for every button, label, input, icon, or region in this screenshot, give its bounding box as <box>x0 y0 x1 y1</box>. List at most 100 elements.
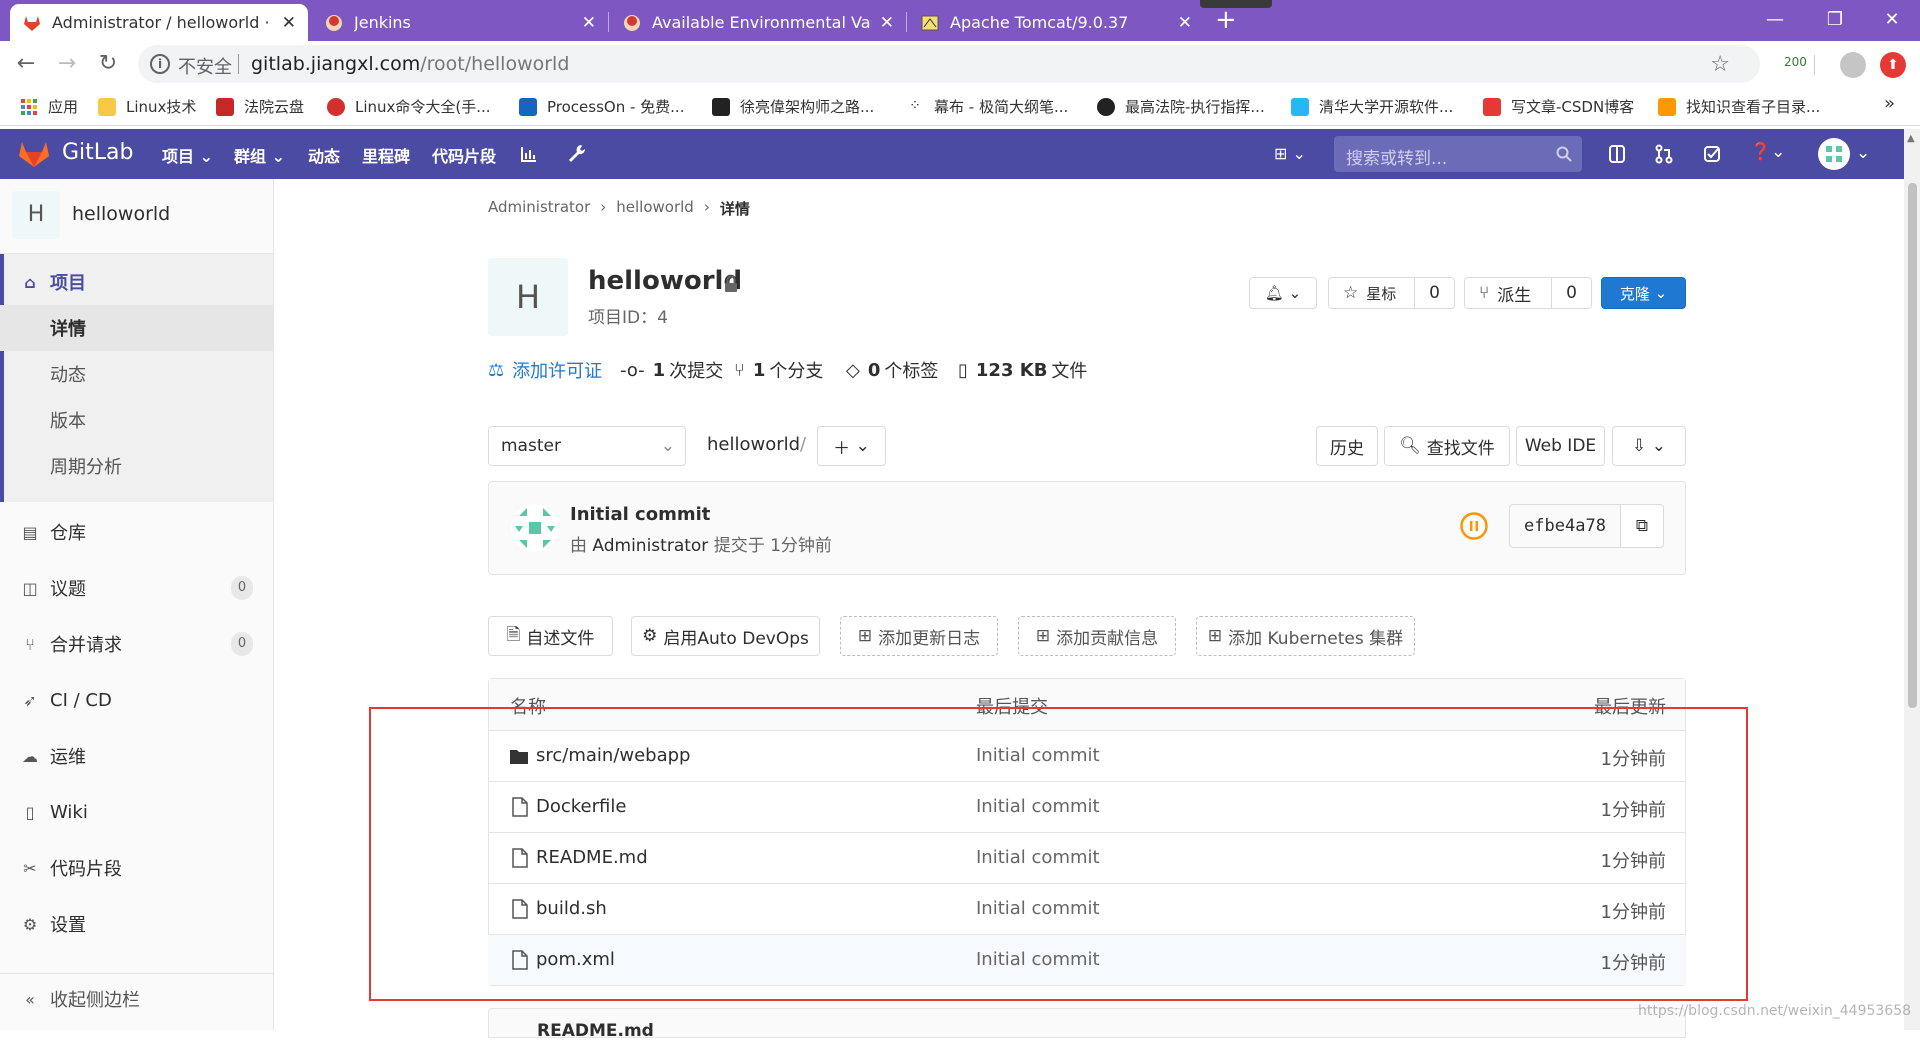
nav-groups[interactable]: 群组 ⌄ <box>234 143 285 167</box>
info-icon[interactable]: i <box>150 54 170 74</box>
todo-icon[interactable] <box>1703 144 1721 164</box>
nav-projects[interactable]: 项目 ⌄ <box>162 143 213 167</box>
plus-square-icon[interactable]: ⊞ ⌄ <box>1274 144 1306 163</box>
page-scrollbar[interactable]: ▲ <box>1904 129 1920 1030</box>
commit-sha[interactable]: efbe4a78 <box>1509 504 1621 548</box>
web-ide-button[interactable]: Web IDE <box>1516 426 1605 466</box>
back-icon[interactable]: ← <box>14 52 38 76</box>
close-icon[interactable]: ✕ <box>582 13 596 33</box>
bookmark-link[interactable]: Linux命令大全(手... <box>327 96 491 117</box>
bookmark-link[interactable]: ProcessOn - 免费... <box>519 96 684 117</box>
more-bookmarks-button[interactable]: » <box>1884 93 1895 114</box>
bookmark-link[interactable]: 写文章-CSDN博客 <box>1483 96 1634 117</box>
collapse-sidebar-button[interactable]: « 收起侧边栏 <box>0 976 273 1022</box>
add-file-dropdown[interactable]: ＋ ⌄ <box>817 426 886 466</box>
minimize-icon[interactable]: — <box>1745 0 1805 38</box>
sidebar-item-merge-requests[interactable]: ⑂ 合并请求 0 <box>0 621 273 667</box>
tags-stat[interactable]: ◇ 0 个标签 <box>846 357 938 383</box>
forward-icon[interactable]: → <box>55 52 79 76</box>
sidebar-item-snippets[interactable]: ✂ 代码片段 <box>0 845 273 891</box>
breadcrumb-item[interactable]: Administrator <box>488 198 590 219</box>
project-avatar[interactable]: H <box>12 191 60 239</box>
star-button[interactable]: ☆ 星标 0 <box>1328 277 1455 309</box>
bookmark-link[interactable]: ⁘ 幕布 - 极简大纲笔... <box>906 96 1068 117</box>
sidebar-item-cicd[interactable]: ➶ CI / CD <box>0 677 273 723</box>
sidebar-item-operations[interactable]: ☁ 运维 <box>0 733 273 779</box>
tab-gitlab[interactable]: Administrator / helloworld · Gi ✕ <box>10 4 308 41</box>
copy-sha-button[interactable]: ⧉ <box>1620 504 1664 548</box>
gitlab-brand[interactable]: GitLab <box>62 140 134 165</box>
star-count[interactable]: 0 <box>1414 278 1454 308</box>
bookmark-folder[interactable]: Linux技术 <box>98 96 196 117</box>
wrench-icon[interactable] <box>568 144 586 164</box>
sidebar-subitem-activity[interactable]: 动态 <box>0 351 273 397</box>
breadcrumb-item[interactable]: helloworld <box>616 198 694 219</box>
user-avatar[interactable] <box>1818 138 1850 170</box>
new-tab-button[interactable]: + <box>1215 2 1237 38</box>
bookmark-link[interactable]: 最高法院-执行指挥... <box>1097 96 1265 117</box>
sidebar-project-name[interactable]: helloworld <box>72 203 170 225</box>
extension-badge[interactable]: 200 <box>1784 55 1807 69</box>
tab-env-vars[interactable]: Available Environmental Variat ✕ <box>610 4 906 41</box>
merge-request-icon[interactable] <box>1655 144 1673 164</box>
bookmark-star-icon[interactable]: ☆ <box>1710 52 1730 77</box>
chart-icon[interactable] <box>520 145 538 163</box>
issues-icon[interactable] <box>1608 144 1626 164</box>
chevron-down-icon[interactable]: ⌄ <box>1856 143 1870 163</box>
tab-tomcat[interactable]: Apache Tomcat/9.0.37 ✕ <box>908 4 1204 41</box>
sidebar-item-issues[interactable]: ◫ 议题 0 <box>0 565 273 611</box>
window-close-icon[interactable]: ✕ <box>1862 0 1920 38</box>
commit-author[interactable]: Administrator <box>592 536 708 556</box>
profile-avatar-icon[interactable] <box>1840 52 1866 78</box>
find-file-button[interactable]: 🔍︎ 查找文件 <box>1384 426 1510 466</box>
fork-count[interactable]: 0 <box>1551 278 1591 308</box>
scrollbar-thumb[interactable] <box>1908 183 1917 708</box>
add-contribution-button[interactable]: ⊞ 添加贡献信息 <box>1018 616 1176 656</box>
search-input[interactable]: 搜索或转到... <box>1334 136 1582 172</box>
help-icon[interactable]: ❓⌄ <box>1750 142 1785 162</box>
add-kubernetes-button[interactable]: ⊞ 添加 Kubernetes 集群 <box>1196 616 1415 656</box>
nav-activity[interactable]: 动态 <box>308 143 340 167</box>
fork-button[interactable]: ⑂ 派生 0 <box>1464 277 1592 309</box>
bookmark-link[interactable]: 徐亮偉架构师之路... <box>712 96 874 117</box>
sidebar-subitem-releases[interactable]: 版本 <box>0 397 273 443</box>
tab-jenkins[interactable]: Jenkins ✕ <box>312 4 608 41</box>
maximize-icon[interactable]: ❐ <box>1805 0 1865 38</box>
close-icon[interactable]: ✕ <box>282 13 296 33</box>
commit-title[interactable]: Initial commit <box>570 504 710 525</box>
add-readme-button[interactable]: 🗎 自述文件 <box>488 616 613 656</box>
scroll-up-icon[interactable]: ▲ <box>1907 133 1915 144</box>
commits-stat[interactable]: -o- 1 次提交 <box>620 357 723 383</box>
notification-dropdown[interactable]: 🔔︎ ⌄ <box>1249 277 1317 309</box>
reload-icon[interactable]: ↻ <box>96 52 120 76</box>
nav-snippets[interactable]: 代码片段 <box>432 143 496 167</box>
bookmark-apps[interactable]: 应用 <box>20 96 78 117</box>
gitlab-logo-icon[interactable] <box>18 140 50 168</box>
sidebar-item-repository[interactable]: ▤ 仓库 <box>0 509 273 555</box>
url-text[interactable]: gitlab.jiangxl.com/root/helloworld <box>251 53 569 75</box>
close-icon[interactable]: ✕ <box>880 13 894 33</box>
branches-stat[interactable]: ⑂ 1 个分支 <box>734 357 823 383</box>
clone-button[interactable]: 克隆 ⌄ <box>1601 277 1686 309</box>
pipeline-paused-icon[interactable] <box>1459 511 1489 541</box>
close-icon[interactable]: ✕ <box>1178 13 1192 33</box>
bookmark-link[interactable]: 清华大学开源软件... <box>1291 96 1453 117</box>
sidebar-subitem-cycle-analytics[interactable]: 周期分析 <box>0 443 273 489</box>
branch-select[interactable]: master ⌄ <box>488 426 686 466</box>
bookmark-link[interactable]: 法院云盘 <box>216 96 304 117</box>
sidebar-subitem-details[interactable]: 详情 <box>0 305 273 351</box>
sidebar-item-wiki[interactable]: ▯ Wiki <box>0 789 273 835</box>
commit-author-identicon-icon[interactable] <box>511 504 559 552</box>
history-button[interactable]: 历史 <box>1316 426 1378 466</box>
add-license-link[interactable]: ⚖ 添加许可证 <box>488 357 602 383</box>
sidebar-item-project[interactable]: ⌂ 项目 <box>0 259 273 305</box>
nav-milestones[interactable]: 里程碑 <box>362 143 410 167</box>
update-icon[interactable]: ⬆ <box>1880 52 1906 78</box>
address-bar[interactable]: i 不安全 gitlab.jiangxl.com/root/helloworld… <box>138 45 1760 83</box>
readme-title[interactable]: README.md <box>537 1021 654 1041</box>
repo-path[interactable]: helloworld <box>707 434 800 455</box>
enable-auto-devops-button[interactable]: ⚙ 启用Auto DevOps <box>631 616 820 656</box>
add-changelog-button[interactable]: ⊞ 添加更新日志 <box>840 616 998 656</box>
sidebar-item-settings[interactable]: ⚙ 设置 <box>0 901 273 947</box>
download-dropdown[interactable]: ⇩ ⌄ <box>1612 426 1686 466</box>
